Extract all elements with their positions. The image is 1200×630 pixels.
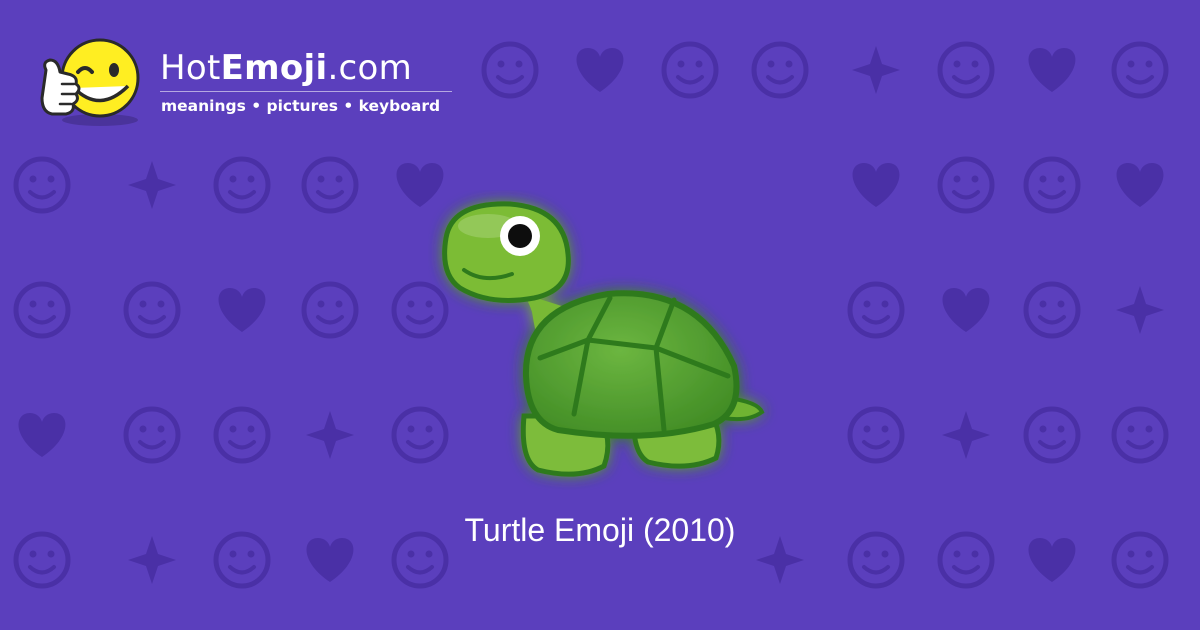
background-heart-icon [18, 413, 66, 457]
brand-prefix: Hot [160, 48, 221, 88]
background-star-icon [942, 411, 990, 459]
background-face-icon [850, 284, 902, 336]
background-heart-icon [1028, 48, 1076, 92]
tagline: meanings • pictures • keyboard [161, 97, 441, 115]
background-face-icon [1114, 409, 1166, 461]
background-star-icon [852, 46, 900, 94]
background-face-icon [1114, 44, 1166, 96]
background-face-icon [850, 409, 902, 461]
background-heart-icon [1116, 163, 1164, 207]
background-face-icon [940, 159, 992, 211]
brand-suffix: .com [327, 48, 413, 88]
background-face-icon [1026, 159, 1078, 211]
background-face-icon [216, 159, 268, 211]
background-face-icon [1026, 409, 1078, 461]
background-heart-icon [852, 163, 900, 207]
brand-divider [160, 91, 452, 92]
share-card: HotEmoji.com meanings • pictures • keybo… [0, 0, 1200, 630]
emoji-caption: Turtle Emoji (2010) [464, 512, 736, 548]
background-face-icon [940, 44, 992, 96]
background-face-icon [16, 159, 68, 211]
site-logo[interactable]: HotEmoji.com meanings • pictures • keybo… [38, 34, 478, 134]
background-face-icon [304, 284, 356, 336]
background-face-icon [126, 409, 178, 461]
background-heart-icon [218, 288, 266, 332]
background-star-icon [128, 161, 176, 209]
background-face-icon [16, 284, 68, 336]
background-face-icon [304, 159, 356, 211]
brand-name: HotEmoji.com [160, 48, 412, 88]
background-face-icon [126, 284, 178, 336]
thumbs-up-wink-icon [40, 38, 140, 126]
background-face-icon [1026, 284, 1078, 336]
background-heart-icon [942, 288, 990, 332]
background-face-icon [664, 44, 716, 96]
background-face-icon [216, 409, 268, 461]
background-star-icon [306, 411, 354, 459]
turtle-icon [442, 201, 765, 477]
background-star-icon [1116, 286, 1164, 334]
brand-emphasis: Emoji [220, 48, 328, 88]
background-face-icon [754, 44, 806, 96]
background-heart-icon [576, 48, 624, 92]
background-face-icon [484, 44, 536, 96]
